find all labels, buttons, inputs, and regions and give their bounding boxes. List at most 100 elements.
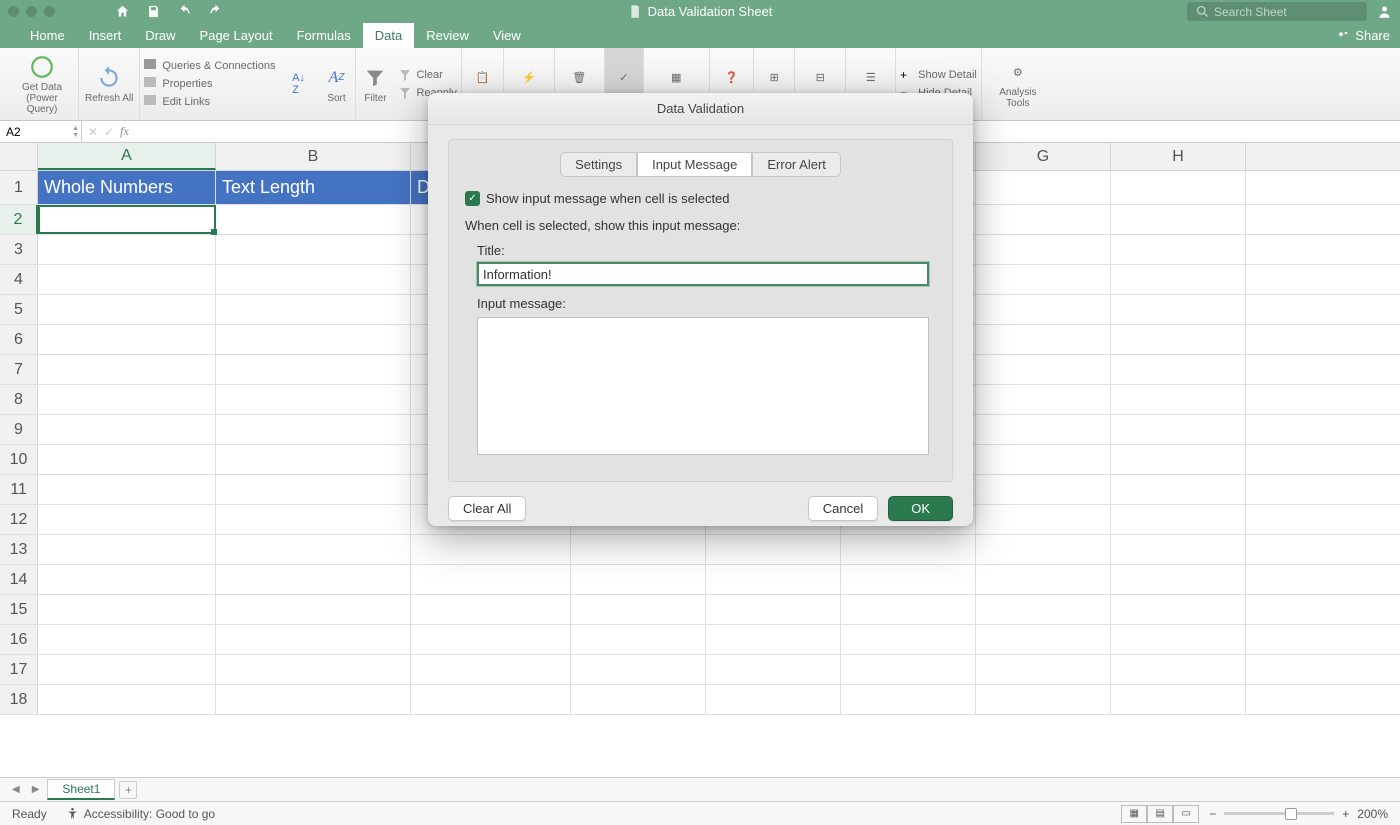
cell[interactable] xyxy=(38,685,216,714)
cell[interactable] xyxy=(1111,595,1246,624)
redo-icon[interactable] xyxy=(208,4,223,19)
cell[interactable] xyxy=(976,445,1111,474)
cell[interactable] xyxy=(706,595,841,624)
cell[interactable] xyxy=(976,171,1111,204)
cell[interactable] xyxy=(976,265,1111,294)
row-header[interactable]: 4 xyxy=(0,265,38,294)
row-header[interactable]: 18 xyxy=(0,685,38,714)
cell[interactable] xyxy=(976,325,1111,354)
cell[interactable] xyxy=(841,655,976,684)
cell[interactable] xyxy=(411,595,571,624)
analysis-tools-button[interactable]: ⚙Analysis Tools xyxy=(982,48,1054,120)
cell[interactable] xyxy=(411,535,571,564)
cell[interactable] xyxy=(216,625,411,654)
cell[interactable] xyxy=(216,505,411,534)
dialog-tab-error-alert[interactable]: Error Alert xyxy=(752,152,841,177)
cell[interactable] xyxy=(1111,625,1246,654)
column-header-h[interactable]: H xyxy=(1111,143,1246,170)
cell[interactable] xyxy=(571,625,706,654)
cell[interactable] xyxy=(38,595,216,624)
cell[interactable] xyxy=(1111,171,1246,204)
row-header[interactable]: 11 xyxy=(0,475,38,504)
cell[interactable] xyxy=(38,385,216,414)
get-data-button[interactable]: Get Data (Power Query) xyxy=(6,48,79,120)
row-header[interactable]: 5 xyxy=(0,295,38,324)
cell[interactable] xyxy=(1111,535,1246,564)
cell[interactable] xyxy=(976,535,1111,564)
cell[interactable] xyxy=(841,595,976,624)
cell[interactable] xyxy=(216,535,411,564)
accept-formula-icon[interactable]: ✓ xyxy=(104,125,114,139)
cell[interactable] xyxy=(38,505,216,534)
cancel-formula-icon[interactable]: ✕ xyxy=(88,125,98,139)
dialog-tab-input-message[interactable]: Input Message xyxy=(637,152,752,177)
user-icon[interactable] xyxy=(1377,4,1392,19)
cell[interactable] xyxy=(976,655,1111,684)
row-header[interactable]: 17 xyxy=(0,655,38,684)
cell[interactable] xyxy=(1111,385,1246,414)
column-header-g[interactable]: G xyxy=(976,143,1111,170)
cell[interactable] xyxy=(38,355,216,384)
cell[interactable] xyxy=(38,475,216,504)
zoom-slider[interactable] xyxy=(1224,812,1334,815)
input-message-textarea[interactable] xyxy=(477,317,929,455)
sort-az-button[interactable]: A↓Z xyxy=(279,48,317,120)
cell[interactable] xyxy=(216,355,411,384)
cell[interactable] xyxy=(976,235,1111,264)
clear-filter-button[interactable]: Clear xyxy=(398,66,456,84)
zoom-in-button[interactable]: + xyxy=(1342,807,1349,821)
select-all-corner[interactable] xyxy=(0,143,38,170)
cell[interactable] xyxy=(1111,415,1246,444)
cell[interactable] xyxy=(216,415,411,444)
cell[interactable] xyxy=(571,685,706,714)
cell[interactable] xyxy=(976,475,1111,504)
column-header-a[interactable]: A xyxy=(38,143,216,170)
cell[interactable] xyxy=(216,565,411,594)
cell[interactable] xyxy=(38,295,216,324)
undo-icon[interactable] xyxy=(177,4,192,19)
refresh-all-button[interactable]: Refresh All xyxy=(79,48,140,120)
cell[interactable] xyxy=(976,205,1111,234)
title-input[interactable] xyxy=(477,262,929,286)
cell[interactable] xyxy=(571,565,706,594)
page-layout-view-icon[interactable]: ▤ xyxy=(1147,805,1173,823)
cell[interactable] xyxy=(38,655,216,684)
cell[interactable] xyxy=(1111,475,1246,504)
cell[interactable] xyxy=(216,265,411,294)
cell[interactable] xyxy=(571,535,706,564)
cell[interactable] xyxy=(38,445,216,474)
add-sheet-button[interactable]: + xyxy=(119,781,137,799)
tab-page-layout[interactable]: Page Layout xyxy=(188,23,285,48)
cell[interactable] xyxy=(976,415,1111,444)
cell[interactable] xyxy=(411,655,571,684)
accessibility-status[interactable]: Accessibility: Good to go xyxy=(65,806,215,821)
cell[interactable] xyxy=(216,595,411,624)
row-header[interactable]: 12 xyxy=(0,505,38,534)
page-break-view-icon[interactable]: ▭ xyxy=(1173,805,1199,823)
share-button[interactable]: Share xyxy=(1336,28,1390,43)
tab-view[interactable]: View xyxy=(481,23,533,48)
sort-button[interactable]: AZ Sort xyxy=(317,48,356,120)
cell[interactable] xyxy=(1111,655,1246,684)
maximize-icon[interactable] xyxy=(44,6,55,17)
show-detail-button[interactable]: +Show Detail xyxy=(900,66,977,84)
row-header[interactable]: 6 xyxy=(0,325,38,354)
cell[interactable] xyxy=(1111,355,1246,384)
show-input-message-checkbox[interactable]: ✓ xyxy=(465,191,480,206)
next-sheet-icon[interactable]: ▶ xyxy=(28,784,44,795)
cell[interactable] xyxy=(216,235,411,264)
cell[interactable]: Whole Numbers xyxy=(38,171,216,204)
cell[interactable] xyxy=(571,655,706,684)
row-header[interactable]: 8 xyxy=(0,385,38,414)
cell[interactable] xyxy=(38,205,216,234)
cell[interactable] xyxy=(38,535,216,564)
cell[interactable] xyxy=(1111,325,1246,354)
cell[interactable] xyxy=(38,235,216,264)
row-header[interactable]: 7 xyxy=(0,355,38,384)
zoom-percent[interactable]: 200% xyxy=(1357,807,1388,821)
cell[interactable] xyxy=(976,385,1111,414)
cell[interactable] xyxy=(216,445,411,474)
cell[interactable] xyxy=(706,655,841,684)
row-header[interactable]: 9 xyxy=(0,415,38,444)
cell[interactable] xyxy=(841,535,976,564)
